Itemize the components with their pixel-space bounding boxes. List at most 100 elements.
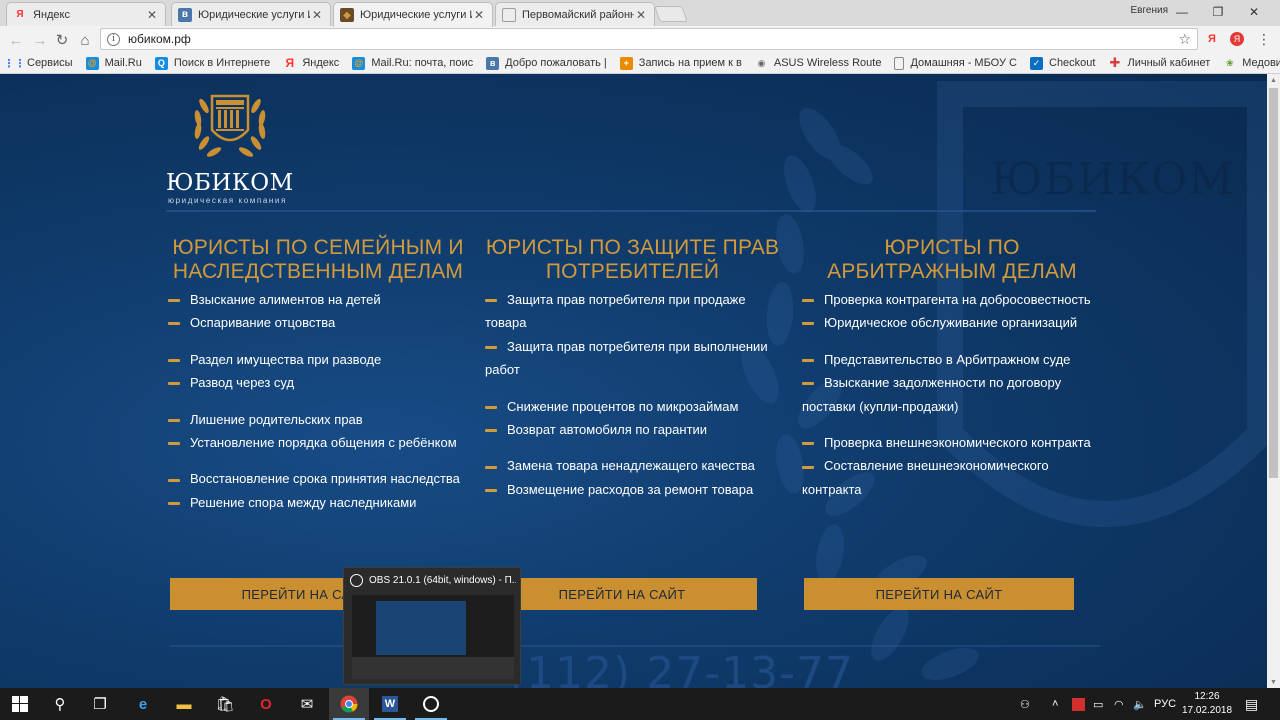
- tab-pervomaisky[interactable]: Первомайский районн ✕: [495, 2, 655, 26]
- scrollbar-thumb[interactable]: [1269, 88, 1278, 478]
- language-indicator[interactable]: РУС: [1154, 688, 1176, 720]
- bookmark-vk[interactable]: в Добро пожаловать |: [486, 56, 607, 70]
- maximize-icon[interactable]: ❐: [1200, 0, 1236, 24]
- bookmark-checkout[interactable]: ✓ Checkout: [1030, 56, 1095, 70]
- bookmark-doctor[interactable]: + Запись на прием к в: [619, 56, 742, 70]
- windows-start-icon[interactable]: [0, 688, 40, 720]
- list-item: Возврат автомобиля по гарантии: [485, 418, 780, 441]
- scroll-up-icon[interactable]: ▲: [1267, 74, 1280, 86]
- close-window-icon[interactable]: ✕: [1236, 0, 1272, 24]
- minimize-icon[interactable]: —: [1164, 0, 1200, 24]
- info-icon[interactable]: i: [107, 32, 120, 46]
- reload-icon[interactable]: ↻: [52, 30, 72, 50]
- mailru-icon: @: [352, 56, 366, 70]
- doctor-icon: +: [619, 56, 633, 70]
- file-explorer-icon[interactable]: ▬: [164, 688, 204, 720]
- bookmark-label: ASUS Wireless Route: [773, 57, 882, 69]
- clock-time: 12:26: [1194, 691, 1220, 702]
- close-icon[interactable]: ✕: [310, 8, 324, 22]
- phone-number[interactable]: (112) 27-13-77: [508, 648, 854, 688]
- antivirus-icon[interactable]: [1072, 688, 1085, 720]
- bookmark-mailru[interactable]: @ Mail.Ru: [85, 56, 142, 70]
- divider: [166, 210, 1096, 212]
- bookmark-cabinet[interactable]: ✚ Личный кабинет: [1108, 55, 1211, 70]
- forward-icon[interactable]: →: [30, 30, 50, 50]
- preview-thumbnail[interactable]: [352, 595, 514, 679]
- menu-icon[interactable]: ⋮: [1256, 31, 1272, 47]
- bookmark-label: Добро пожаловать |: [505, 57, 607, 69]
- new-tab-button[interactable]: [654, 6, 688, 22]
- bookmark-asus[interactable]: ◉ ASUS Wireless Route: [755, 57, 882, 70]
- bookmark-search[interactable]: Q Поиск в Интернете: [154, 56, 270, 70]
- tab-title: Юридические услуги Ив: [360, 9, 472, 21]
- tab-title: Яндекс: [33, 8, 70, 21]
- apps-icon: ⋮⋮: [3, 57, 26, 70]
- obs-icon[interactable]: [411, 688, 451, 720]
- tray-expand-icon[interactable]: ˄: [1052, 688, 1058, 720]
- wifi-icon[interactable]: ◠: [1114, 688, 1124, 720]
- yandex-extension-icon[interactable]: Я: [1204, 31, 1220, 47]
- search-icon[interactable]: ⚲: [40, 688, 80, 720]
- notifications-icon[interactable]: ▤: [1245, 688, 1258, 720]
- back-icon[interactable]: ←: [6, 30, 26, 50]
- yandex-mail-icon[interactable]: Я: [1230, 32, 1244, 46]
- task-view-icon[interactable]: ❐: [80, 688, 120, 720]
- tab-yandex[interactable]: Я Яндекс ✕: [6, 2, 166, 26]
- mail-icon[interactable]: ✉: [287, 688, 327, 720]
- preview-title: OBS 21.0.1 (64bit, windows) - П...: [350, 574, 516, 587]
- chrome-icon[interactable]: [329, 688, 369, 720]
- column-consumer: ЮРИСТЫ ПО ЗАЩИТЕ ПРАВ ПОТРЕБИТЕЛЕЙ Защит…: [485, 236, 780, 501]
- go-to-site-button-arbitration[interactable]: ПЕРЕЙТИ НА САЙТ: [804, 578, 1074, 610]
- bookmark-label: Mail.Ru: [104, 57, 142, 69]
- tab-ubikom[interactable]: ◆ Юридические услуги Ив ✕: [333, 2, 493, 27]
- divider: [170, 645, 1100, 647]
- clock[interactable]: 12:26 17.02.2018: [1182, 690, 1232, 718]
- close-icon[interactable]: ✕: [634, 8, 648, 22]
- list-item: Оспаривание отцовства: [168, 311, 468, 334]
- browser-toolbar: ← → ↻ ⌂ i юбиком.рф ☆ Я Я ⋮: [0, 26, 1280, 53]
- yandex-icon: Я: [16, 9, 24, 20]
- bookmark-label: Медовик - кулинар: [1242, 57, 1280, 69]
- tab-vk[interactable]: в Юридические услуги Ив ✕: [171, 2, 331, 26]
- column-title: ЮРИСТЫ ПО ЗАЩИТЕ ПРАВ ПОТРЕБИТЕЛЕЙ: [485, 236, 780, 283]
- volume-icon[interactable]: 🔈: [1133, 688, 1147, 720]
- tab-title: Юридические услуги Ив: [198, 8, 310, 21]
- close-icon[interactable]: ✕: [145, 8, 159, 22]
- list-item: Взыскание алиментов на детей: [168, 288, 468, 311]
- page-scrollbar[interactable]: ▲ ▼: [1267, 74, 1280, 688]
- list-item: Составление внешнеэкономического контрак…: [802, 458, 1049, 497]
- taskbar-preview-obs[interactable]: OBS 21.0.1 (64bit, windows) - П...: [343, 567, 521, 685]
- list-item: Юридическое обслуживание организаций: [802, 311, 1102, 334]
- column-title: ЮРИСТЫ ПО АРБИТРАЖНЫМ ДЕЛАМ: [827, 236, 1077, 283]
- edge-icon[interactable]: e: [123, 688, 163, 720]
- checkout-icon: ✓: [1030, 56, 1043, 70]
- bookmark-label: Домашняя - МБОУ С: [910, 57, 1017, 69]
- site-icon: ◆: [340, 8, 354, 22]
- tab-title: Первомайский районн: [522, 8, 634, 21]
- bookmark-services[interactable]: ⋮⋮ Сервисы: [3, 57, 73, 70]
- bookmark-medovik[interactable]: ❀ Медовик - кулинар: [1223, 57, 1280, 70]
- store-icon[interactable]: 🛍: [205, 688, 245, 720]
- column-arbitration: ЮРИСТЫ ПО АРБИТРАЖНЫМ ДЕЛАМ Проверка кон…: [802, 236, 1102, 501]
- profile-name[interactable]: Евгения: [1131, 5, 1169, 16]
- go-to-site-button-consumer[interactable]: ПЕРЕЙТИ НА САЙТ: [487, 578, 757, 610]
- bookmark-yandex[interactable]: Я Яндекс: [283, 56, 340, 70]
- bookmark-star-icon[interactable]: ☆: [1178, 31, 1191, 48]
- address-bar[interactable]: i юбиком.рф ☆: [100, 28, 1198, 50]
- list-item: Проверка внешнеэкономического контракта: [802, 431, 1102, 454]
- people-icon[interactable]: ⚇: [1020, 688, 1030, 720]
- page-icon: [502, 7, 516, 22]
- close-icon[interactable]: ✕: [472, 8, 486, 22]
- scroll-down-icon[interactable]: ▼: [1267, 676, 1280, 688]
- opera-icon[interactable]: O: [246, 688, 286, 720]
- list-item: Защита прав потребителя при выполнении р…: [485, 338, 768, 378]
- bookmark-label: Личный кабинет: [1127, 57, 1211, 69]
- services-list: Взыскание алиментов на детей Оспаривание…: [168, 288, 468, 514]
- list-item: Лишение родительских прав: [168, 408, 468, 431]
- services-list: Проверка контрагента на добросовестность…: [802, 288, 1102, 501]
- home-icon[interactable]: ⌂: [75, 30, 95, 50]
- battery-icon[interactable]: ▭: [1093, 688, 1103, 720]
- bookmark-mailru-mail[interactable]: @ Mail.Ru: почта, поис: [352, 56, 473, 70]
- word-icon[interactable]: W: [370, 688, 410, 720]
- bookmark-mbou[interactable]: Домашняя - МБОУ С: [894, 56, 1017, 70]
